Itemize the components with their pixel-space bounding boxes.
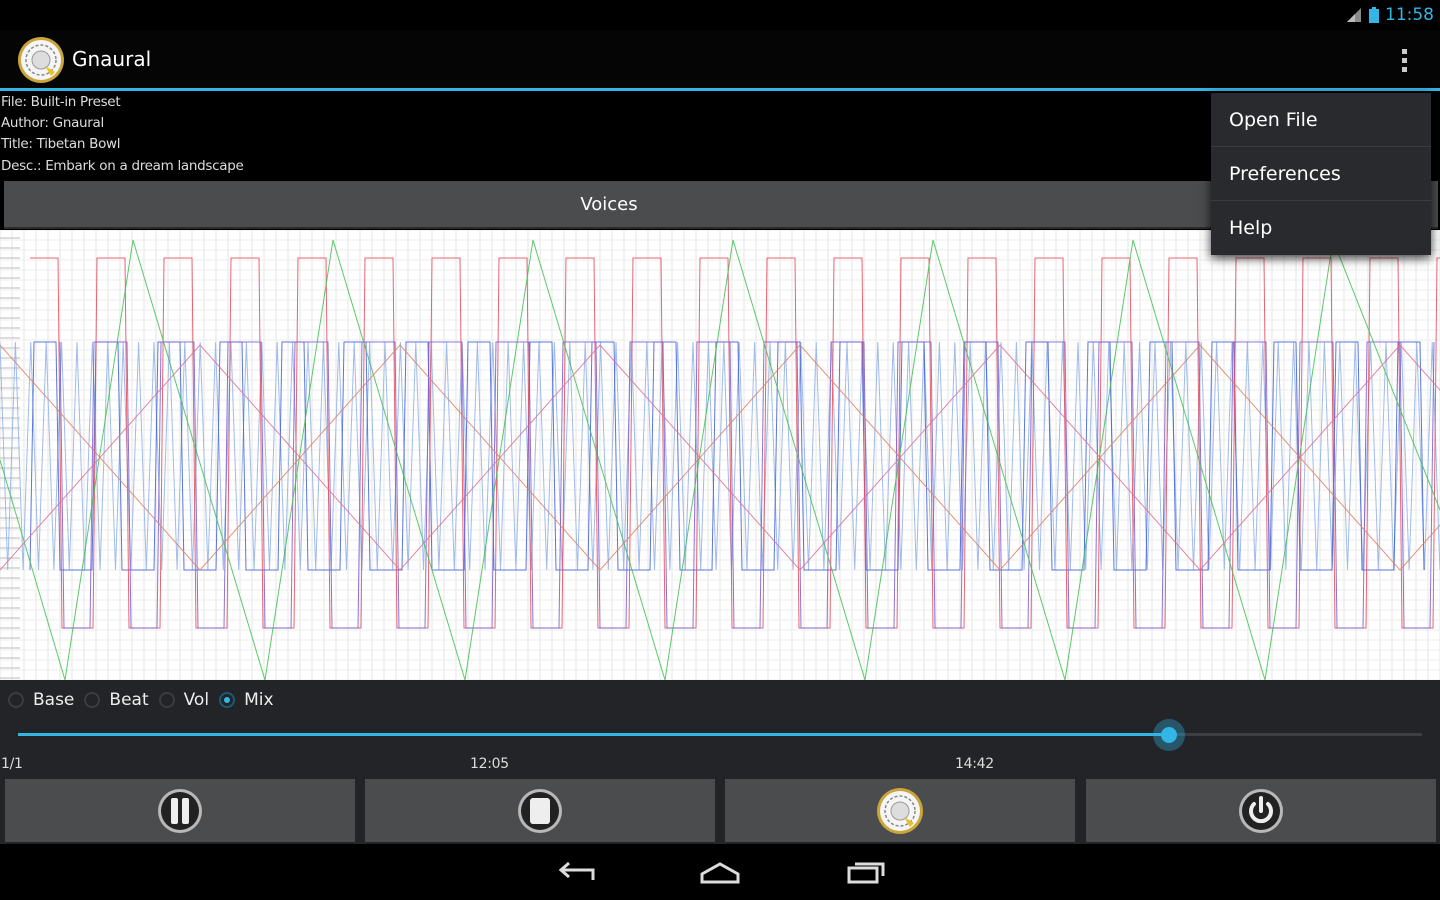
seek-bar[interactable] (18, 733, 1422, 736)
action-bar: Gnaural (0, 30, 1440, 91)
pause-icon (158, 788, 202, 833)
radio-label: Base (33, 690, 75, 710)
menu-item-help[interactable]: Help (1211, 201, 1431, 255)
graph-mode-radio-group: Base Beat Vol Mix (8, 686, 284, 714)
gnaural-logo-icon (877, 787, 923, 834)
radio-circle[interactable] (158, 692, 175, 708)
radio-label: Beat (109, 690, 149, 710)
menu-item-open-file[interactable]: Open File (1211, 93, 1431, 147)
total-time: 14:42 (955, 756, 994, 772)
menu-item-preferences[interactable]: Preferences (1211, 147, 1431, 201)
back-icon[interactable] (555, 858, 597, 888)
info-author: Author: Gnaural (1, 115, 104, 131)
radio-base[interactable]: Base (8, 690, 74, 710)
info-title: Title: Tibetan Bowl (1, 136, 121, 152)
app-title: Gnaural (72, 47, 152, 71)
overflow-menu-icon[interactable] (1386, 44, 1422, 76)
radio-circle[interactable] (84, 692, 101, 708)
voices-button-label: Voices (580, 193, 638, 215)
waveform-series-blue (29, 341, 1425, 571)
power-icon (1239, 788, 1283, 833)
home-icon[interactable] (698, 858, 742, 888)
gnaural-button[interactable] (725, 779, 1075, 842)
signal-icon (1347, 8, 1361, 22)
stop-icon (518, 788, 562, 833)
info-desc: Desc.: Embark on a dream landscape (1, 158, 244, 174)
overflow-menu: Open File Preferences Help (1211, 93, 1431, 255)
pause-button[interactable] (5, 779, 355, 842)
position-label: 1/1 (1, 756, 23, 772)
radio-label: Vol (183, 690, 210, 710)
radio-mix[interactable]: Mix (219, 690, 274, 710)
seek-bar-progress (18, 733, 1170, 736)
radio-vol[interactable]: Vol (158, 690, 210, 710)
radio-beat[interactable]: Beat (84, 690, 149, 710)
system-navigation-bar (0, 844, 1440, 900)
recent-apps-icon[interactable] (845, 858, 887, 888)
radio-circle[interactable] (8, 692, 24, 708)
stop-button[interactable] (365, 779, 715, 842)
battery-icon (1369, 7, 1379, 23)
status-bar: 11:58 (0, 0, 1440, 30)
radio-circle[interactable] (219, 692, 236, 708)
power-button[interactable] (1086, 779, 1436, 842)
radio-label: Mix (244, 690, 274, 710)
waveform-graph[interactable] (0, 229, 1440, 681)
elapsed-time: 12:05 (470, 756, 509, 772)
gnaural-logo-icon[interactable] (17, 36, 65, 84)
clock: 11:58 (1385, 5, 1434, 25)
waveform-svg (0, 229, 1440, 681)
info-file: File: Built-in Preset (1, 94, 121, 110)
waveform-series-purple (59, 341, 1435, 629)
